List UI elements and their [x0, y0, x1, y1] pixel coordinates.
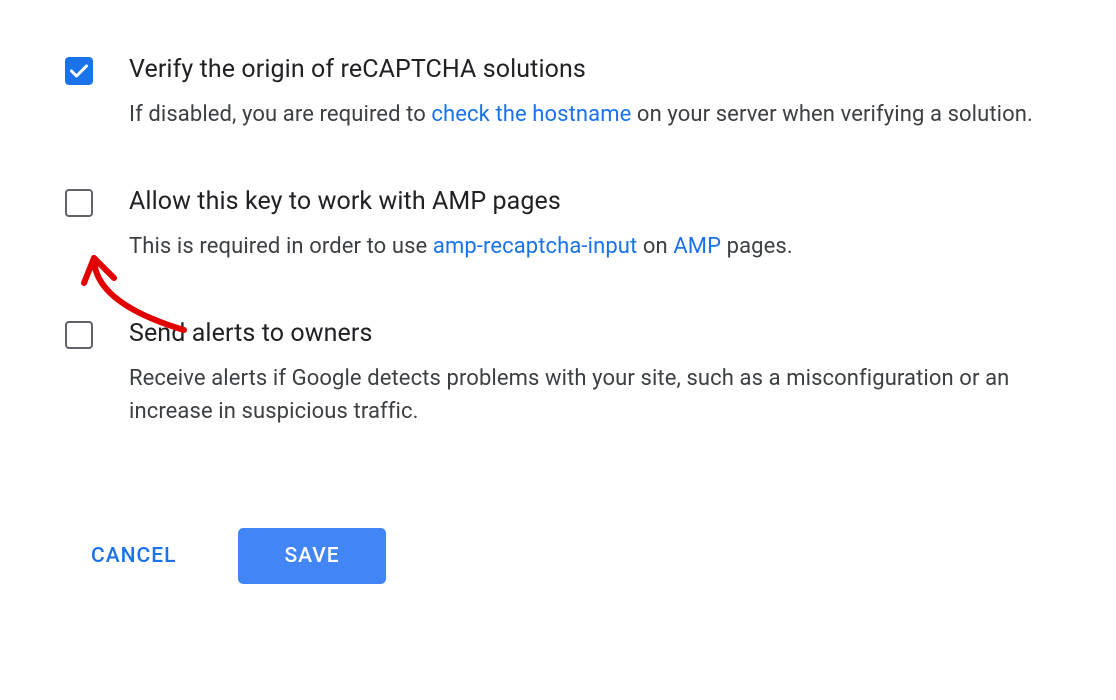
option-content: Verify the origin of reCAPTCHA solutions… [129, 55, 1051, 131]
save-button[interactable]: SAVE [238, 528, 385, 584]
checkbox-verify-origin[interactable] [65, 57, 93, 85]
link-check-hostname[interactable]: check the hostname [431, 102, 631, 127]
link-amp[interactable]: AMP [673, 234, 721, 259]
checkbox-amp-pages[interactable] [65, 189, 93, 217]
option-title: Allow this key to work with AMP pages [129, 187, 1051, 216]
option-desc: If disabled, you are required to check t… [129, 98, 1051, 131]
option-send-alerts: Send alerts to owners Receive alerts if … [65, 319, 1051, 428]
checkmark-icon [70, 64, 88, 78]
option-title: Send alerts to owners [129, 319, 1051, 348]
link-amp-recaptcha-input[interactable]: amp-recaptcha-input [433, 234, 637, 259]
option-amp-pages: Allow this key to work with AMP pages Th… [65, 187, 1051, 263]
option-content: Send alerts to owners Receive alerts if … [129, 319, 1051, 428]
option-verify-origin: Verify the origin of reCAPTCHA solutions… [65, 55, 1051, 131]
option-desc: Receive alerts if Google detects problem… [129, 362, 1051, 428]
cancel-button[interactable]: CANCEL [91, 544, 176, 568]
checkbox-send-alerts[interactable] [65, 321, 93, 349]
option-content: Allow this key to work with AMP pages Th… [129, 187, 1051, 263]
option-title: Verify the origin of reCAPTCHA solutions [129, 55, 1051, 84]
button-row: CANCEL SAVE [91, 528, 1051, 584]
option-desc: This is required in order to use amp-rec… [129, 230, 1051, 263]
